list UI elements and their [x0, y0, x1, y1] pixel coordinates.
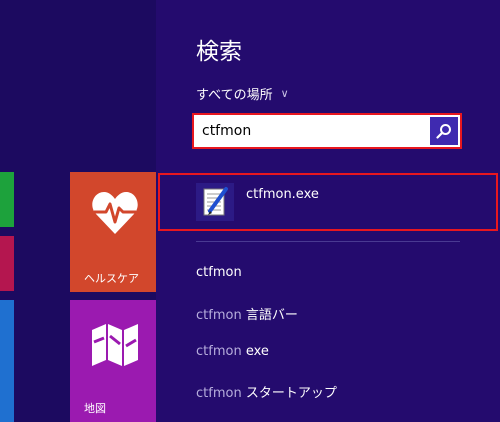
tile-partial-magenta[interactable] [0, 236, 14, 291]
tile-health-label: ヘルスケア [84, 272, 139, 285]
divider [196, 241, 460, 242]
heart-icon [92, 192, 138, 234]
suggestion-item[interactable]: ctfmon [196, 265, 242, 280]
tile-maps-label: 地図 [84, 402, 106, 415]
edit-document-icon [203, 187, 228, 216]
search-icon [436, 124, 451, 139]
tile-partial-blue[interactable] [0, 300, 14, 422]
tile-partial-green[interactable] [0, 172, 14, 227]
suggestion-rest: 言語バー [241, 308, 298, 323]
top-search-result[interactable]: ctfmon.exe [158, 173, 498, 231]
suggestion-query: ctfmon [196, 265, 242, 280]
tile-health[interactable]: ヘルスケア [70, 172, 156, 292]
result-app-icon [196, 183, 234, 221]
suggestion-query: ctfmon [196, 308, 242, 323]
map-icon [92, 324, 138, 366]
suggestion-query: ctfmon [196, 344, 242, 359]
suggestion-item[interactable]: ctfmon スタートアップ [196, 382, 337, 401]
start-screen: ヘルスケア 地図 [0, 0, 156, 422]
suggestion-item[interactable]: ctfmon 言語バー [196, 304, 298, 323]
result-name: ctfmon.exe [246, 187, 319, 202]
search-box [192, 113, 462, 149]
suggestion-rest: スタートアップ [241, 386, 337, 401]
tile-maps[interactable]: 地図 [70, 300, 156, 422]
suggestion-item[interactable]: ctfmon exe [196, 344, 269, 359]
search-scope-dropdown[interactable]: すべての場所 ∨ [196, 84, 289, 103]
chevron-down-icon: ∨ [280, 87, 289, 100]
suggestion-rest: exe [241, 344, 269, 359]
search-pane-title: 検索 [196, 39, 242, 65]
search-input[interactable] [196, 117, 435, 145]
search-charm-pane: 検索 すべての場所 ∨ ctfmon ctfmon.exe ctfmon ctf… [156, 0, 500, 422]
suggestion-query: ctfmon [196, 386, 242, 401]
search-scope-label: すべての場所 [196, 88, 273, 103]
search-button[interactable] [430, 117, 458, 145]
